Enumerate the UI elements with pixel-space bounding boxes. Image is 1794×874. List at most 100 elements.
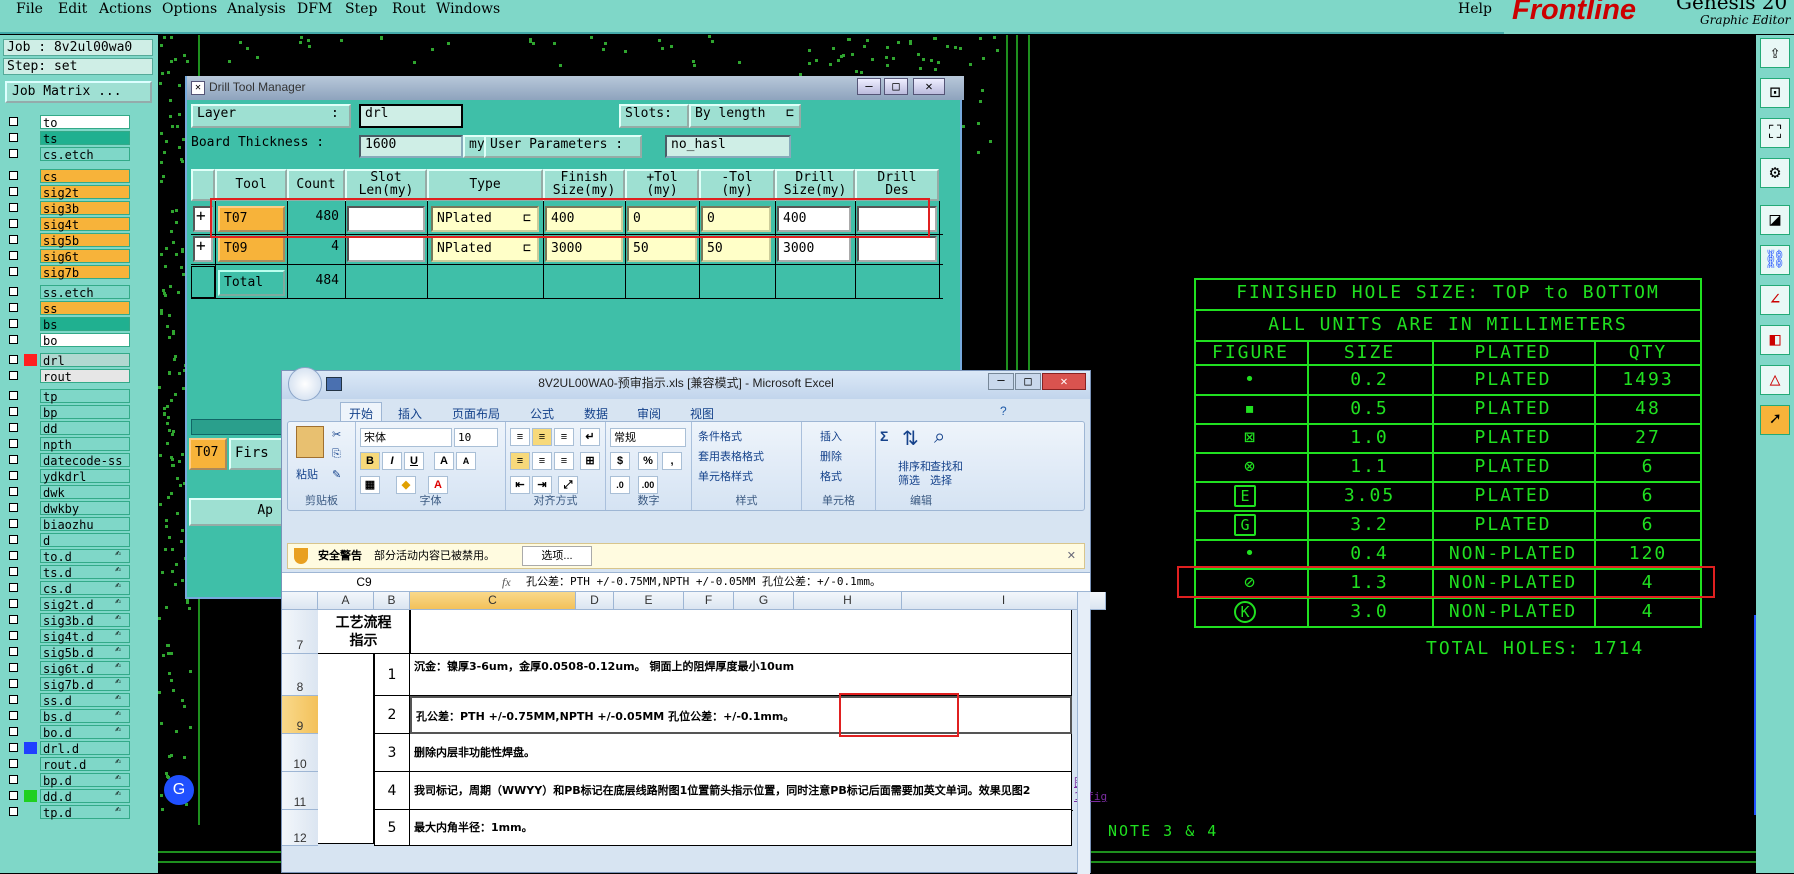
column-header[interactable]: E	[614, 592, 684, 610]
layer-checkbox[interactable]	[9, 647, 18, 656]
layer-swatch[interactable]	[24, 662, 37, 674]
layer-checkbox[interactable]	[9, 171, 18, 180]
layer-swatch[interactable]	[24, 630, 37, 642]
align-middle-icon[interactable]: ≡	[532, 428, 552, 446]
layer-swatch[interactable]	[24, 438, 37, 450]
layer-checkbox[interactable]	[9, 663, 18, 672]
triangle-icon[interactable]: △	[1760, 365, 1790, 395]
apply-button[interactable]: Ap	[189, 498, 283, 526]
layer-name[interactable]: rout	[40, 369, 130, 384]
layer-row[interactable]: d	[5, 532, 130, 548]
layer-row[interactable]: sig2t	[5, 184, 130, 200]
menu-rout[interactable]: Rout	[392, 1, 426, 17]
layer-swatch[interactable]	[24, 550, 37, 562]
compare-icon[interactable]: ◧	[1760, 325, 1790, 355]
options-button[interactable]: 选项...	[522, 546, 592, 566]
layer-swatch[interactable]	[24, 250, 37, 262]
minimize-button[interactable]: –	[857, 78, 881, 95]
tab-data[interactable]: 数据	[584, 405, 608, 422]
paste-button[interactable]: 粘贴	[296, 466, 318, 482]
tab-formulas[interactable]: 公式	[530, 405, 554, 422]
delete-button[interactable]: 删除	[820, 448, 842, 464]
layer-row[interactable]: datecode-ss	[5, 452, 130, 468]
layer-swatch[interactable]	[24, 202, 37, 214]
layer-name[interactable]: d	[40, 533, 130, 548]
layer-row[interactable]: sig5b.d ✍	[5, 644, 130, 660]
layer-name[interactable]: cs	[40, 169, 130, 184]
wrap-text-icon[interactable]: ↵	[580, 428, 600, 446]
menu-options[interactable]: Options	[162, 1, 217, 17]
layer-row[interactable]: ts	[5, 130, 130, 146]
layer-row[interactable]: sig7b	[5, 264, 130, 280]
layer-name[interactable]: sig5b	[40, 233, 130, 248]
tab-review[interactable]: 审阅	[637, 405, 661, 422]
layer-checkbox[interactable]	[9, 487, 18, 496]
plus-tol-input[interactable]: 50	[627, 236, 697, 262]
expand-icon[interactable]: +	[193, 236, 213, 262]
formula-input[interactable]: 孔公差：PTH +/-0.75MM,NPTH +/-0.05MM 孔位公差：+/…	[526, 573, 881, 591]
format-painter-icon[interactable]: ✎	[332, 468, 341, 481]
layer-checkbox[interactable]	[9, 631, 18, 640]
layer-name[interactable]: ss	[40, 301, 130, 316]
menu-actions[interactable]: Actions	[99, 1, 152, 17]
format-button[interactable]: 格式	[820, 468, 842, 484]
layer-row[interactable]: biaozhu	[5, 516, 130, 532]
close-button[interactable]: ✕	[913, 78, 945, 95]
item-text[interactable]: 我司标记，周期（WWYY）和PB标记在底层线路附图1位置箭头指示位置，同时注意P…	[410, 772, 1072, 810]
align-center-icon[interactable]: ≡	[532, 452, 552, 470]
column-header[interactable]	[282, 592, 318, 610]
layer-checkbox[interactable]	[9, 791, 18, 800]
measure-icon[interactable]: ∠	[1760, 285, 1790, 315]
layer-swatch[interactable]	[24, 186, 37, 198]
layer-row[interactable]: cs	[5, 168, 130, 184]
format-as-table-button[interactable]: 套用表格格式	[698, 448, 764, 464]
layer-row[interactable]: bs.d ✍	[5, 708, 130, 724]
layer-row[interactable]: sig6t.d ✍	[5, 660, 130, 676]
layer-checkbox[interactable]	[9, 391, 18, 400]
item-number[interactable]: 3	[374, 734, 410, 772]
layer-swatch[interactable]	[24, 116, 37, 128]
column-header[interactable]: B	[374, 592, 410, 610]
layer-row[interactable]: sig4t	[5, 216, 130, 232]
help-icon[interactable]: ?	[1000, 404, 1007, 418]
layer-checkbox[interactable]	[9, 133, 18, 142]
layer-row[interactable]: sig5b	[5, 232, 130, 248]
find-select-button[interactable]: 查找和 选择	[930, 460, 963, 488]
layer-swatch[interactable]	[24, 218, 37, 230]
layer-name[interactable]: dwkby	[40, 501, 130, 516]
layer-checkbox[interactable]	[9, 455, 18, 464]
layer-swatch[interactable]	[24, 806, 37, 818]
shrink-font-button[interactable]: A	[456, 452, 476, 470]
conditional-format-button[interactable]: 条件格式	[698, 428, 742, 444]
layer-row[interactable]: rout	[5, 368, 130, 384]
settings-icon[interactable]: ⚙	[1760, 158, 1790, 188]
row-header[interactable]: 10	[282, 734, 318, 772]
comma-icon[interactable]: ,	[662, 452, 682, 470]
layer-checkbox[interactable]	[9, 775, 18, 784]
percent-icon[interactable]: %	[638, 452, 658, 470]
item-text[interactable]: 孔公差：PTH +/-0.75MM,NPTH +/-0.05MM 孔位公差：+/…	[410, 696, 1072, 734]
layer-swatch[interactable]	[24, 742, 37, 754]
layer-checkbox[interactable]	[9, 371, 18, 380]
layer-row[interactable]: ss.etch	[5, 284, 130, 300]
layer-checkbox[interactable]	[9, 355, 18, 364]
layer-row[interactable]: bp	[5, 404, 130, 420]
layer-checkbox[interactable]	[9, 711, 18, 720]
layer-checkbox[interactable]	[9, 471, 18, 480]
sort-filter-button[interactable]: 排序和 筛选	[898, 460, 931, 488]
layer-swatch[interactable]	[24, 614, 37, 626]
font-name-select[interactable]: 宋体	[360, 428, 452, 447]
layer-name[interactable]: ss.etch	[40, 285, 130, 300]
align-top-icon[interactable]: ≡	[510, 428, 530, 446]
layer-checkbox[interactable]	[9, 679, 18, 688]
align-bottom-icon[interactable]: ≡	[554, 428, 574, 446]
layer-row[interactable]: sig7b.d ✍	[5, 676, 130, 692]
align-left-icon[interactable]: ≡	[510, 452, 530, 470]
layer-name[interactable]: tp	[40, 389, 130, 404]
layer-checkbox[interactable]	[9, 117, 18, 126]
layer-name[interactable]: bo	[40, 333, 130, 348]
layer-row[interactable]: sig4t.d ✍	[5, 628, 130, 644]
item-number[interactable]: 1	[374, 654, 410, 696]
maximize-button[interactable]: □	[884, 78, 908, 95]
name-box[interactable]: C9	[284, 573, 444, 591]
